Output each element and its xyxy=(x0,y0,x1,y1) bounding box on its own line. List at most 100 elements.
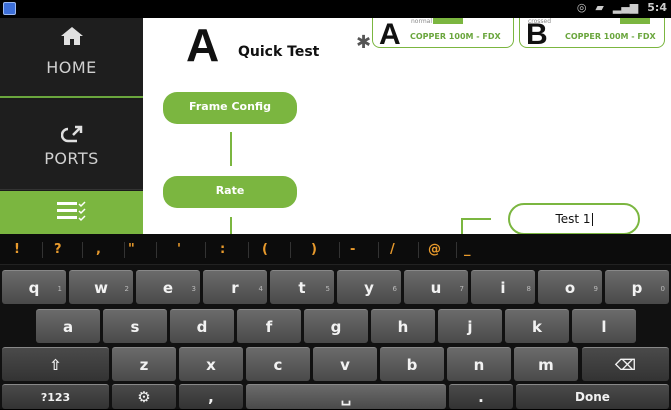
key-label: , xyxy=(208,388,214,406)
key-hint: 4 xyxy=(258,285,263,293)
key-s[interactable]: s xyxy=(103,309,167,343)
done-key[interactable]: Done xyxy=(516,384,669,409)
port-b-mode: COPPER 100M - FDX xyxy=(565,32,656,41)
home-icon xyxy=(0,26,143,50)
key-hint: 7 xyxy=(459,285,464,293)
key-label: y xyxy=(364,279,374,297)
symbol-key[interactable]: _ xyxy=(464,242,471,257)
frame-config-button[interactable]: Frame Config xyxy=(163,92,297,124)
key-l[interactable]: l xyxy=(572,309,636,343)
key-label: l xyxy=(601,318,607,336)
status-indicators: ◎ ▰ ▂▄▆ 5:4 xyxy=(577,1,667,14)
key-label: x xyxy=(206,356,216,374)
key-label: ?123 xyxy=(40,391,71,404)
key-x[interactable]: x xyxy=(179,347,243,381)
key-v[interactable]: v xyxy=(313,347,377,381)
key-m[interactable]: m xyxy=(514,347,578,381)
key-label: v xyxy=(340,356,350,374)
bluetooth-icon: ✱ xyxy=(356,32,372,53)
key-n[interactable]: n xyxy=(447,347,511,381)
port-a-status[interactable]: normal A COPPER 100M - FDX xyxy=(372,18,514,50)
key-label: p xyxy=(631,279,643,297)
test-name-input[interactable]: Test 1 xyxy=(508,203,640,235)
key-z[interactable]: z xyxy=(112,347,176,381)
shift-key[interactable]: ⇧ xyxy=(2,347,109,381)
sidebar-item-ports[interactable]: PORTS xyxy=(0,100,143,190)
symbol-key[interactable]: ? xyxy=(54,242,62,257)
period-key[interactable]: . xyxy=(449,384,513,409)
space-key[interactable]: ␣ xyxy=(246,384,446,409)
key-label: r xyxy=(231,279,239,297)
symbol-divider xyxy=(378,242,379,258)
key-hint: 0 xyxy=(660,285,665,293)
key-e[interactable]: e3 xyxy=(136,270,200,304)
key-label: o xyxy=(564,279,576,297)
key-o[interactable]: o9 xyxy=(538,270,602,304)
key-label: Done xyxy=(575,390,610,404)
key-label: q xyxy=(28,279,40,297)
key-label: z xyxy=(139,356,149,374)
symbol-divider xyxy=(248,242,249,258)
symbols-mode-key[interactable]: ?123 xyxy=(2,384,109,409)
symbol-key[interactable]: : xyxy=(220,242,225,257)
key-b[interactable]: b xyxy=(380,347,444,381)
settings-key[interactable]: ⚙ xyxy=(112,384,176,409)
symbol-key[interactable]: ( xyxy=(262,242,268,257)
key-label: ⇧ xyxy=(49,356,62,374)
key-label: . xyxy=(478,388,484,406)
symbol-key[interactable]: ! xyxy=(14,242,20,257)
symbol-key[interactable]: - xyxy=(350,242,355,257)
symbol-key[interactable]: " xyxy=(128,242,135,257)
sync-icon: ◎ xyxy=(576,1,587,14)
symbol-divider xyxy=(124,242,125,258)
key-k[interactable]: k xyxy=(505,309,569,343)
key-d[interactable]: d xyxy=(170,309,234,343)
symbol-key[interactable]: ' xyxy=(177,242,181,257)
key-hint: 9 xyxy=(593,285,598,293)
key-label: j xyxy=(467,318,473,336)
key-u[interactable]: u7 xyxy=(404,270,468,304)
key-i[interactable]: i8 xyxy=(471,270,535,304)
space-icon: ␣ xyxy=(340,388,352,406)
sidebar-item-tests[interactable] xyxy=(0,191,143,234)
key-a[interactable]: a xyxy=(36,309,100,343)
key-hint: 6 xyxy=(392,285,397,293)
usb-icon: ▰ xyxy=(595,1,604,14)
key-p[interactable]: p0 xyxy=(605,270,669,304)
status-bar xyxy=(0,0,671,18)
key-hint: 3 xyxy=(191,285,196,293)
flow-connector xyxy=(461,218,463,234)
settings-icon: ⚙ xyxy=(137,388,151,406)
key-r[interactable]: r4 xyxy=(203,270,267,304)
sidebar-item-home[interactable]: HOME xyxy=(0,18,143,98)
comma-key[interactable]: , xyxy=(179,384,243,409)
flow-connector xyxy=(461,218,491,220)
key-hint: 5 xyxy=(325,285,330,293)
key-y[interactable]: y6 xyxy=(337,270,401,304)
key-h[interactable]: h xyxy=(371,309,435,343)
symbol-key[interactable]: / xyxy=(390,242,395,257)
symbol-key[interactable]: ) xyxy=(311,242,317,257)
key-label: u xyxy=(430,279,442,297)
symbol-divider xyxy=(156,242,157,258)
symbol-key[interactable]: , xyxy=(96,242,101,257)
rate-button[interactable]: Rate xyxy=(163,176,297,208)
symbol-divider xyxy=(82,242,83,258)
key-label: ⌫ xyxy=(614,356,637,374)
symbol-key[interactable]: @ xyxy=(428,242,441,257)
key-label: h xyxy=(397,318,409,336)
key-label: a xyxy=(62,318,74,336)
key-c[interactable]: c xyxy=(246,347,310,381)
symbol-divider xyxy=(205,242,206,258)
key-g[interactable]: g xyxy=(304,309,368,343)
backspace-key[interactable]: ⌫ xyxy=(582,347,669,381)
key-label: b xyxy=(406,356,418,374)
key-w[interactable]: w2 xyxy=(69,270,133,304)
port-b-letter: B xyxy=(526,18,548,51)
key-q[interactable]: q1 xyxy=(2,270,66,304)
sidebar-item-label: PORTS xyxy=(44,149,99,168)
key-j[interactable]: j xyxy=(438,309,502,343)
port-b-status[interactable]: crossed B COPPER 100M - FDX xyxy=(519,18,665,51)
key-t[interactable]: t5 xyxy=(270,270,334,304)
key-f[interactable]: f xyxy=(237,309,301,343)
